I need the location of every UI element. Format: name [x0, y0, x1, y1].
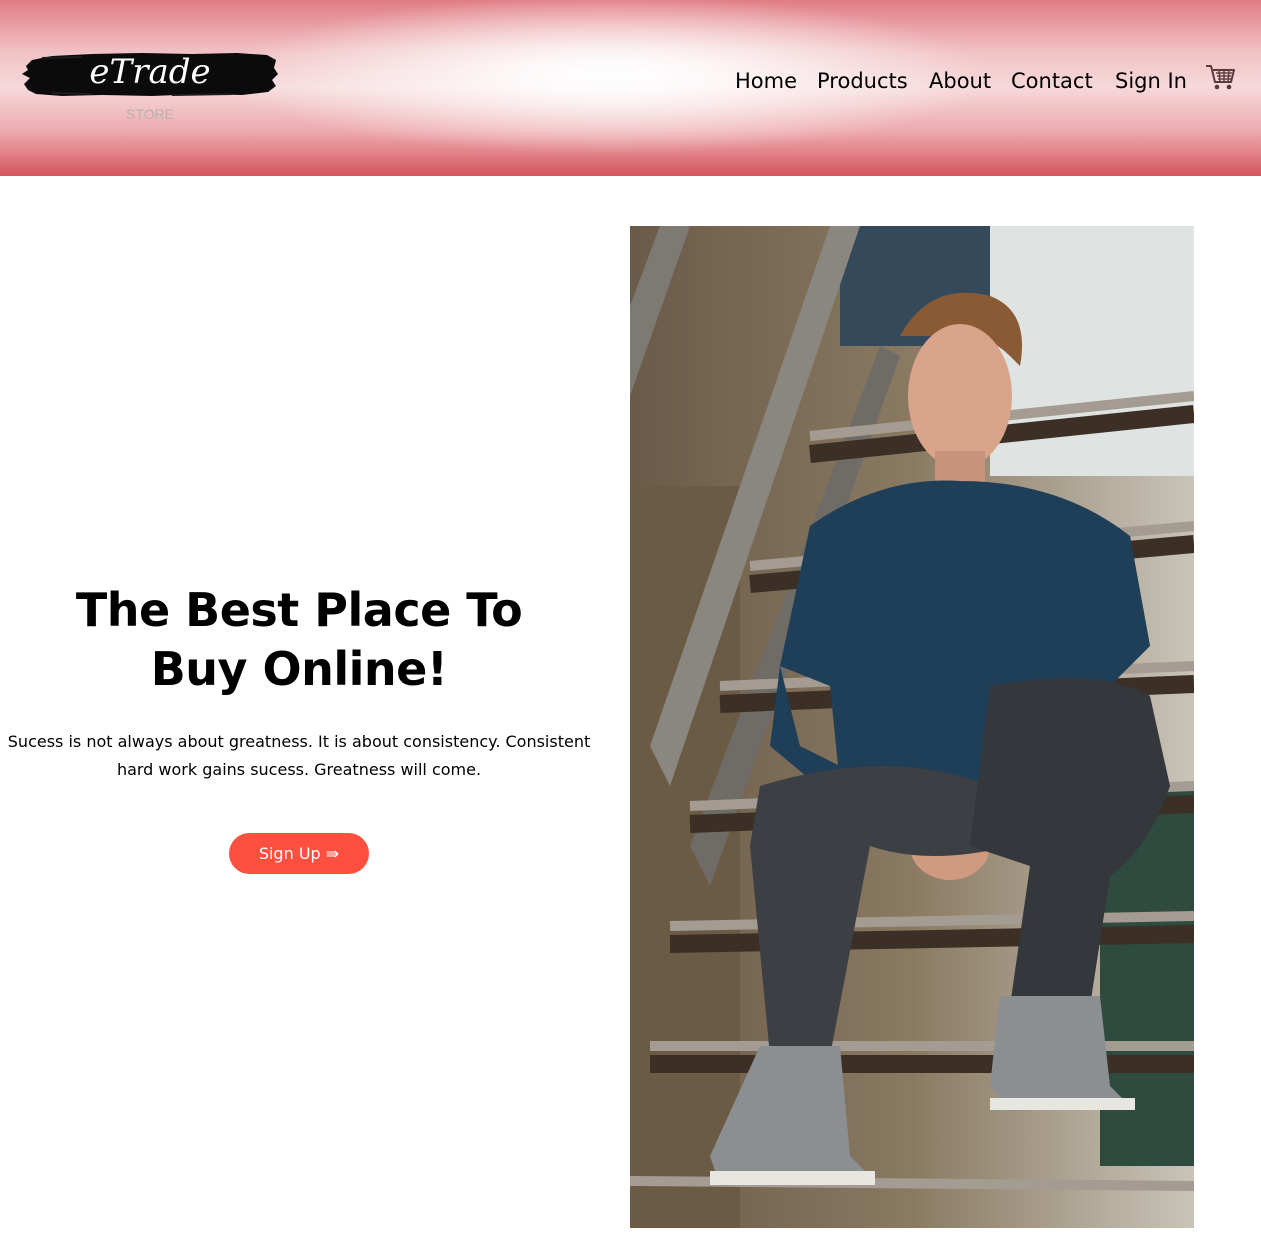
- nav-about[interactable]: About: [929, 66, 991, 96]
- nav-products[interactable]: Products: [817, 66, 908, 96]
- logo-subtitle: STORE: [126, 106, 174, 122]
- hero-description: Sucess is not always about greatness. It…: [0, 728, 598, 784]
- hero-photo-man-on-stairs: [630, 226, 1194, 1228]
- logo[interactable]: eTrade STORE: [22, 48, 278, 128]
- hero-title: The Best Place To Buy Online!: [0, 581, 598, 699]
- shopping-cart-icon[interactable]: [1204, 62, 1236, 92]
- logo-name: eTrade: [89, 52, 211, 92]
- sign-up-button[interactable]: Sign Up ⇛: [229, 833, 369, 874]
- hero-image: [630, 226, 1194, 1228]
- nav-sign-in[interactable]: Sign In: [1115, 66, 1187, 96]
- nav-home[interactable]: Home: [735, 66, 797, 96]
- nav-contact[interactable]: Contact: [1011, 66, 1093, 96]
- hero-description-line-1: Sucess is not always about greatness. It…: [7, 732, 591, 751]
- site-header: eTrade STORE Home Products About Contact…: [0, 0, 1261, 176]
- hero-description-line-2: hard work gains sucess. Greatness will c…: [116, 760, 482, 779]
- hero-title-line-2: Buy Online!: [150, 642, 448, 696]
- hero-section: The Best Place To Buy Online! Sucess is …: [0, 176, 598, 1246]
- hero-title-line-1: The Best Place To: [75, 583, 523, 637]
